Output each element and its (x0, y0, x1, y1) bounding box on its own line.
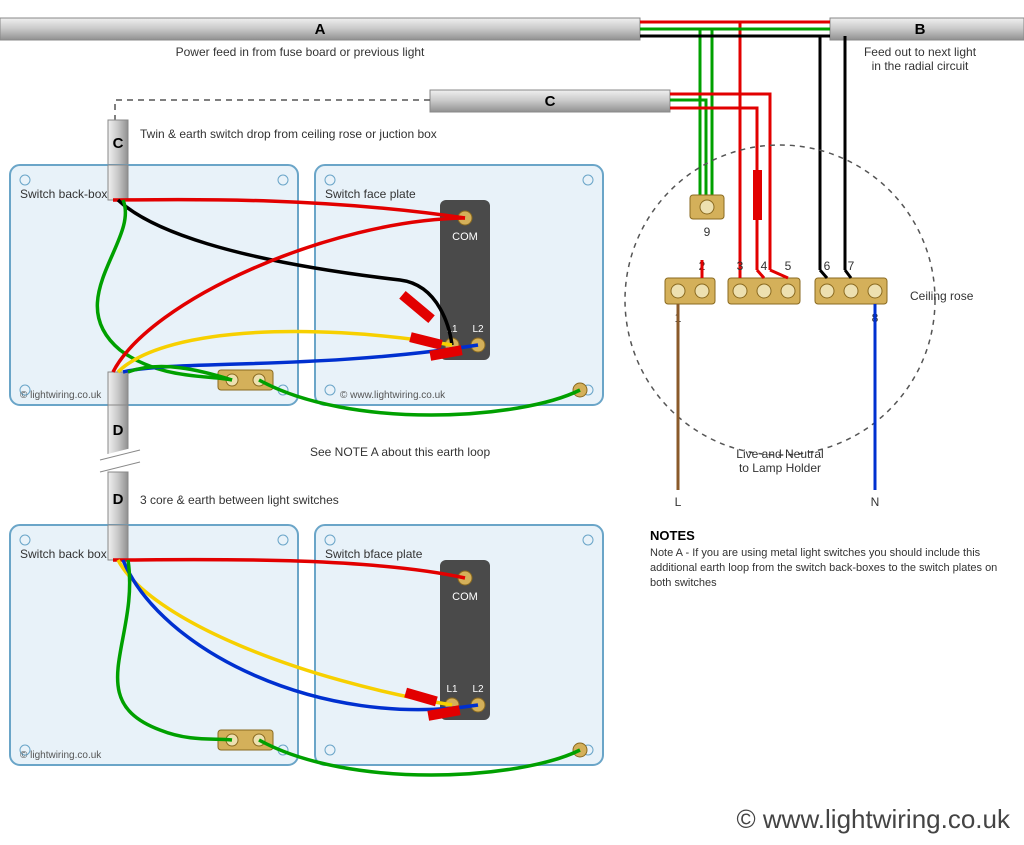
cable-d: D D 3 core & earth between light switche… (100, 405, 339, 527)
cable-b-caption1: Feed out to next light (864, 45, 977, 59)
backbox2-label: Switch back box (20, 547, 107, 561)
cable-a-letter: A (315, 21, 326, 38)
notes-title: NOTES (650, 528, 695, 543)
switch2-l2: L2 (472, 684, 484, 695)
feed-wires (640, 22, 845, 270)
terminal-7: 7 (848, 259, 855, 273)
copyright-small-3: © lightwiring.co.uk (20, 750, 102, 761)
lamp-caption-1: Live and Neutral (736, 447, 823, 461)
switch-group-1: Switch back-box © lightwiring.co.uk Swit… (10, 165, 603, 415)
lamp-caption-2: to Lamp Holder (739, 461, 821, 475)
faceplate1-label: Switch face plate (325, 187, 416, 201)
copyright-large: © www.lightwiring.co.uk (737, 804, 1011, 834)
terminal-5: 5 (785, 259, 792, 273)
cable-b: B Feed out to next light in the radial c… (830, 18, 1024, 73)
cable-a: A Power feed in from fuse board or previ… (0, 18, 640, 59)
cable-a-caption: Power feed in from fuse board or previou… (176, 45, 425, 59)
copyright-small-2: © www.lightwiring.co.uk (340, 390, 446, 401)
backbox1-label: Switch back-box (20, 187, 107, 201)
cable-c-switch: C Twin & earth switch drop from ceiling … (108, 120, 437, 170)
notes-body: Note A - If you are using metal light sw… (650, 546, 1010, 591)
cable-d-letter-bot: D (113, 491, 124, 508)
neutral-n: N (871, 495, 880, 509)
cable-b-caption2: in the radial circuit (872, 59, 969, 73)
cable-c-top-letter: C (545, 93, 556, 110)
switch1-l2: L2 (472, 324, 484, 335)
faceplate2-label: Switch bface plate (325, 547, 423, 561)
ceiling-rose-label: Ceiling rose (910, 289, 974, 303)
terminal-9: 9 (704, 225, 711, 239)
switch2-l1: L1 (446, 684, 458, 695)
notes-block: NOTES Note A - If you are using metal li… (650, 528, 1010, 626)
earth-note: See NOTE A about this earth loop (310, 445, 490, 459)
switch2-com: COM (452, 591, 478, 603)
cable-c-switch-letter: C (113, 135, 124, 152)
terminal-4: 4 (761, 259, 768, 273)
ceiling-rose: Ceiling rose 9 2 1 3 4 5 6 7 8 L N Live … (625, 145, 974, 509)
cable-d-letter-top: D (113, 422, 124, 439)
switch1-com: COM (452, 231, 478, 243)
terminal-6: 6 (824, 259, 831, 273)
copyright-small-1: © lightwiring.co.uk (20, 390, 102, 401)
wiring-diagram: A Power feed in from fuse board or previ… (0, 0, 1024, 845)
cable-c-switch-caption: Twin & earth switch drop from ceiling ro… (140, 127, 437, 141)
cable-d-caption: 3 core & earth between light switches (140, 493, 339, 507)
live-l: L (675, 495, 682, 509)
cable-b-letter: B (915, 21, 926, 38)
switch-group-2: Switch back box © lightwiring.co.uk Swit… (10, 525, 603, 775)
